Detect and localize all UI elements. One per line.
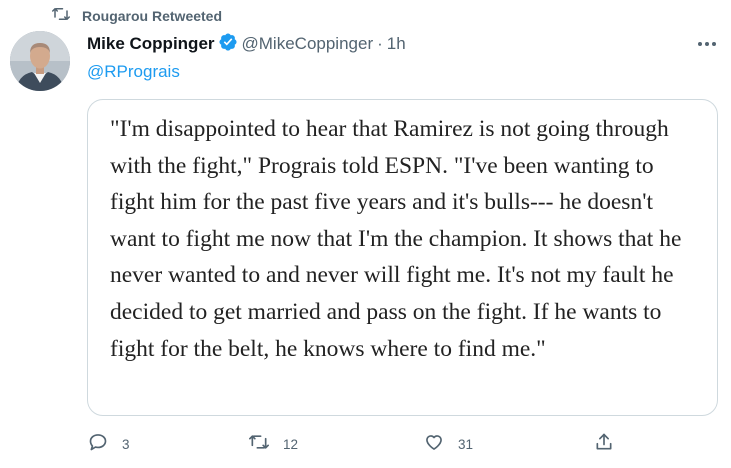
avatar[interactable] <box>10 31 70 91</box>
more-dots-icon <box>698 42 702 46</box>
reply-icon <box>88 432 108 457</box>
more-button[interactable] <box>692 34 722 54</box>
retweet-icon <box>52 5 70 28</box>
retweet-icon <box>249 432 269 457</box>
share-icon <box>594 432 614 457</box>
author-handle[interactable]: @MikeCoppinger <box>242 34 374 54</box>
verified-badge-icon <box>215 32 242 57</box>
action-bar: 3 12 31 <box>87 430 627 458</box>
tweet-header: Mike Coppinger @MikeCoppinger · 1h <box>87 32 406 57</box>
quote-text: "I'm disappointed to hear that Ramirez i… <box>110 116 682 362</box>
reply-button[interactable]: 3 <box>88 430 130 458</box>
tweet-time[interactable]: 1h <box>387 34 406 54</box>
retweet-label[interactable]: Rougarou Retweeted <box>82 8 222 24</box>
retweet-count: 12 <box>283 436 299 452</box>
retweet-context: Rougarou Retweeted <box>52 5 222 27</box>
reply-to-link[interactable]: @RPrograis <box>87 62 180 82</box>
retweet-button[interactable]: 12 <box>249 430 298 458</box>
like-count: 31 <box>458 436 474 452</box>
author-name[interactable]: Mike Coppinger <box>87 34 215 54</box>
reply-count: 3 <box>122 436 130 452</box>
heart-icon <box>424 432 444 457</box>
share-button[interactable] <box>594 430 614 458</box>
quote-image[interactable]: "I'm disappointed to hear that Ramirez i… <box>87 99 718 416</box>
like-button[interactable]: 31 <box>424 430 473 458</box>
header-separator: · <box>377 34 383 53</box>
